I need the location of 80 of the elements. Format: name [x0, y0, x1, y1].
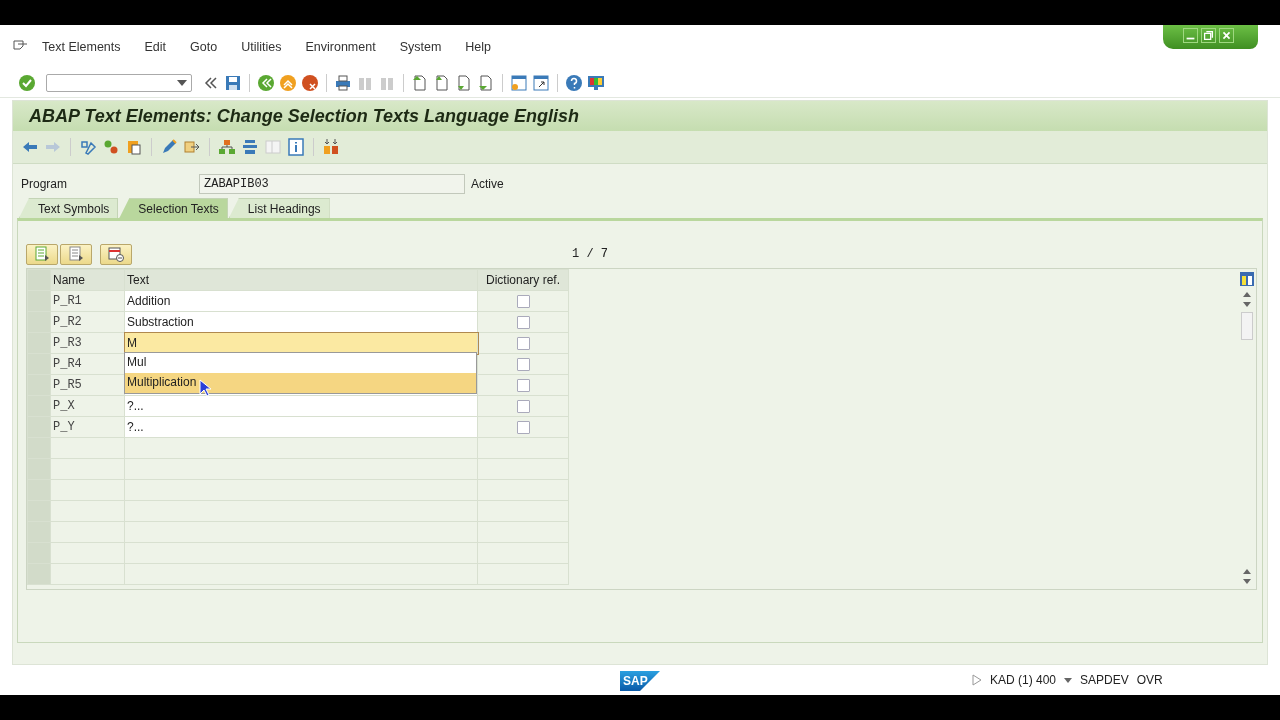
print-icon[interactable]	[334, 74, 352, 92]
text-input-cell[interactable]: M	[124, 332, 478, 354]
checkbox[interactable]	[516, 379, 530, 393]
menu-item[interactable]: System	[387, 40, 454, 54]
first-page-icon[interactable]	[411, 74, 429, 92]
table-cell: P_R2	[50, 311, 125, 333]
command-field[interactable]	[46, 74, 192, 92]
document-icon	[34, 246, 50, 262]
menu-item[interactable]: Utilities	[229, 40, 294, 54]
field-label: Program	[21, 177, 68, 191]
append-row-button[interactable]	[60, 243, 92, 265]
tab[interactable]: Selection Texts	[119, 198, 228, 218]
checkbox[interactable]	[516, 358, 530, 372]
screen-title: ABAP Text Elements: Change Selection Texts Language English	[13, 101, 1267, 131]
new-window-icon[interactable]	[510, 74, 528, 92]
scroll-up-icon[interactable]	[1242, 290, 1252, 298]
previous-page-icon[interactable]	[433, 74, 451, 92]
expand-status-icon[interactable]	[972, 674, 982, 686]
menu-item[interactable]: Goto	[178, 40, 230, 54]
scroll-thumb[interactable]	[1241, 312, 1253, 340]
info-icon[interactable]	[287, 138, 305, 156]
input-mode: OVR	[1136, 673, 1163, 687]
last-page-icon[interactable]	[477, 74, 495, 92]
help-icon[interactable]	[565, 74, 583, 92]
menu-item[interactable]: Environment	[293, 40, 388, 54]
text-input-cell[interactable]: ?...	[124, 395, 478, 417]
text-input-cell[interactable]: Addition	[124, 290, 478, 312]
column-layout-icon[interactable]	[1239, 271, 1255, 287]
menu-item[interactable]: Text Elements	[30, 40, 133, 54]
tab[interactable]: List Headings	[228, 198, 330, 218]
checkbox[interactable]	[516, 421, 530, 435]
restore-icon[interactable]	[1201, 28, 1216, 43]
caret-icon[interactable]	[1064, 677, 1073, 683]
cancel-icon[interactable]	[301, 74, 319, 92]
suggestion-item[interactable]: Mul	[125, 353, 476, 373]
program-field[interactable]: ZABAPIB03	[199, 174, 465, 194]
checkbox[interactable]	[516, 295, 530, 309]
system-info: KAD (1) 400	[990, 673, 1057, 687]
sort-icon[interactable]	[322, 138, 340, 156]
menu-item[interactable]: Edit	[132, 40, 179, 54]
monitor-icon[interactable]	[587, 74, 605, 92]
tab[interactable]: Text Symbols	[19, 198, 119, 218]
shortcut-icon[interactable]	[532, 74, 550, 92]
column-header[interactable]: Text	[124, 269, 478, 291]
page-indicator: 1 / 7	[572, 247, 608, 261]
server-name: SAPDEV	[1080, 673, 1129, 687]
scroll-down-icon[interactable]	[1242, 301, 1252, 309]
suggestion-item[interactable]: Multiplication	[125, 373, 476, 393]
insert-row-button[interactable]	[26, 243, 58, 265]
check-icon[interactable]	[18, 74, 36, 92]
stack-icon[interactable]	[241, 138, 259, 156]
document-icon	[68, 246, 84, 262]
status-text: Active	[471, 177, 504, 191]
hierarchy-icon[interactable]	[218, 138, 236, 156]
checkbox[interactable]	[516, 337, 530, 351]
menu-item[interactable]: Help	[453, 40, 504, 54]
close-icon[interactable]	[1219, 28, 1234, 43]
text-input-cell[interactable]: Substraction	[124, 311, 478, 333]
scroll-down-icon[interactable]	[1242, 578, 1252, 586]
next-page-icon[interactable]	[455, 74, 473, 92]
exit-icon[interactable]	[279, 74, 297, 92]
caret-icon[interactable]	[177, 80, 187, 86]
column-header[interactable]: Dictionary ref.	[477, 269, 569, 291]
table-cell: P_Y	[50, 416, 125, 438]
pen-icon[interactable]	[160, 138, 178, 156]
table-delete-icon	[108, 246, 124, 262]
column-header[interactable]: Name	[50, 269, 125, 291]
clipboard-icon[interactable]	[125, 138, 143, 156]
back-icon[interactable]	[257, 74, 275, 92]
table-cell: P_X	[50, 395, 125, 417]
save-icon[interactable]	[224, 74, 242, 92]
minimize-icon[interactable]	[1183, 28, 1198, 43]
table-cell: P_R1	[50, 290, 125, 312]
text-input-cell[interactable]: ?...	[124, 416, 478, 438]
checkbox[interactable]	[516, 316, 530, 330]
export-icon[interactable]	[183, 138, 201, 156]
delete-row-button[interactable]	[100, 243, 132, 265]
logo: SAP	[620, 671, 660, 691]
checkbox[interactable]	[516, 400, 530, 414]
scroll-up-icon[interactable]	[1242, 567, 1252, 575]
